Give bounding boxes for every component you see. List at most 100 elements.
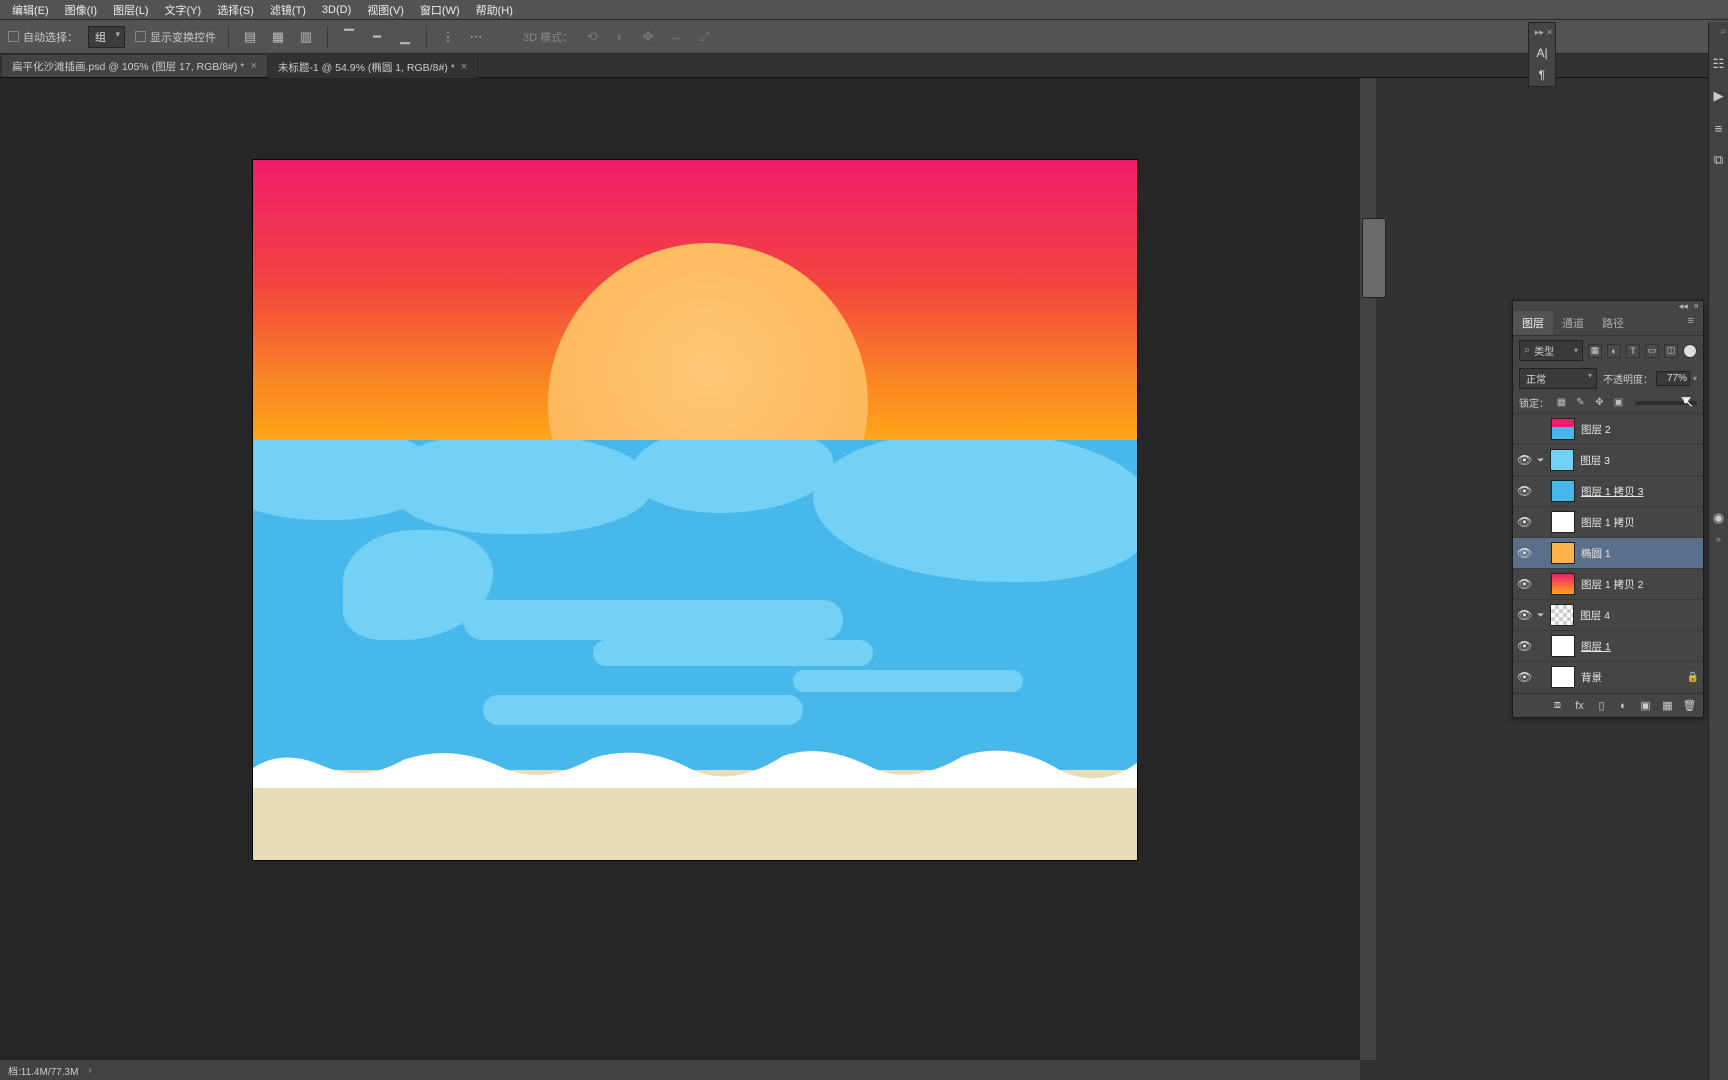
menu-type[interactable]: 文字(Y) <box>157 2 210 18</box>
opacity-input[interactable] <box>1656 371 1690 386</box>
menu-window[interactable]: 窗口(W) <box>412 2 468 18</box>
layer-row[interactable]: 👁 椭圆 1 <box>1513 538 1703 569</box>
filter-smart-icon[interactable]: ◫ <box>1664 344 1678 358</box>
lock-artboard-icon[interactable]: ▣ <box>1612 396 1625 409</box>
auto-select-target[interactable]: 组 <box>88 26 125 48</box>
lock-transparency-icon[interactable]: ▦ <box>1555 396 1568 409</box>
layer-fx-icon[interactable]: fx <box>1572 698 1587 713</box>
menu-view[interactable]: 视图(V) <box>359 2 412 18</box>
layer-row[interactable]: 👁 图层 1 <box>1513 631 1703 662</box>
auto-select-checkbox[interactable]: 自动选择： <box>8 29 78 45</box>
close-panel-icon[interactable]: × <box>1694 301 1699 311</box>
link-layers-icon[interactable]: ⧈ <box>1550 698 1565 713</box>
tab-paths[interactable]: 路径 <box>1593 311 1633 335</box>
filter-toggle-icon[interactable] <box>1683 344 1697 358</box>
layer-thumbnail[interactable] <box>1551 666 1575 688</box>
close-tab-icon[interactable]: × <box>461 61 467 73</box>
canvas-area[interactable] <box>0 78 1360 1060</box>
menu-image[interactable]: 图像(I) <box>57 2 105 18</box>
menu-edit[interactable]: 编辑(E) <box>4 2 57 18</box>
scrollbar-thumb[interactable] <box>1362 218 1386 298</box>
document-tab[interactable]: 未标题-1 @ 54.9% (椭圆 1, RGB/8#) *× <box>268 56 478 78</box>
filter-type-icon[interactable]: T <box>1626 344 1640 358</box>
layer-name[interactable]: 图层 2 <box>1581 422 1699 437</box>
layer-row[interactable]: 👁 图层 1 拷贝 2 <box>1513 569 1703 600</box>
collapse-icon[interactable]: ▸▸ <box>1535 27 1544 38</box>
layer-name[interactable]: 背景 <box>1581 670 1681 685</box>
layer-thumbnail[interactable] <box>1551 542 1575 564</box>
layer-thumbnail[interactable] <box>1551 480 1575 502</box>
layer-name[interactable]: 椭圆 1 <box>1581 546 1699 561</box>
new-layer-icon[interactable]: ▦ <box>1660 698 1675 713</box>
visibility-toggle-icon[interactable]: 👁 <box>1517 515 1531 529</box>
layer-name[interactable]: 图层 4 <box>1580 608 1699 623</box>
character-icon[interactable]: A| <box>1536 46 1547 60</box>
align-center-v-icon[interactable]: ━ <box>368 28 386 46</box>
layer-row[interactable]: 👁背景🔒 <box>1513 662 1703 693</box>
layer-thumbnail[interactable] <box>1551 511 1575 533</box>
3d-orbit-icon[interactable]: ⟲ <box>583 28 601 46</box>
3d-slide-icon[interactable]: ↔ <box>667 28 685 46</box>
visibility-toggle-icon[interactable]: 👁 <box>1517 577 1531 591</box>
layer-thumbnail[interactable] <box>1550 604 1574 626</box>
3d-zoom-icon[interactable]: ⤢ <box>695 28 713 46</box>
filter-shape-icon[interactable]: ▭ <box>1645 344 1659 358</box>
character-panel-collapsed[interactable]: ▸▸× A| ¶ <box>1528 22 1556 87</box>
status-arrow-icon[interactable]: › <box>88 1065 91 1076</box>
visibility-toggle-icon[interactable]: 👁 <box>1517 670 1531 684</box>
properties-panel-icon[interactable]: ▶ <box>1711 88 1727 104</box>
layer-name[interactable]: 图层 1 <box>1581 639 1699 654</box>
menu-select[interactable]: 选择(S) <box>209 2 262 18</box>
layer-name[interactable]: 图层 3 <box>1580 453 1699 468</box>
artboard[interactable] <box>253 160 1137 860</box>
tab-channels[interactable]: 通道 <box>1553 311 1593 335</box>
layer-thumbnail[interactable] <box>1550 449 1574 471</box>
blend-mode-select[interactable]: 正常 <box>1519 368 1597 389</box>
lock-pixels-icon[interactable]: ✎ <box>1574 396 1587 409</box>
delete-layer-icon[interactable]: 🗑 <box>1682 698 1697 713</box>
layer-name[interactable]: 图层 1 拷贝 2 <box>1581 577 1699 592</box>
collapse-panel-icon[interactable]: ◂◂ <box>1679 301 1688 312</box>
menu-layer[interactable]: 图层(L) <box>105 2 156 18</box>
color-wheel-icon[interactable]: ◉ <box>1711 510 1727 526</box>
adjustments-panel-icon[interactable]: ≡ <box>1711 120 1727 136</box>
show-transform-checkbox[interactable]: 显示变换控件 <box>135 29 216 45</box>
fill-slider[interactable] <box>1635 401 1697 405</box>
layer-filter-type[interactable]: 类型▾ <box>1519 340 1583 361</box>
align-center-h-icon[interactable]: ▦ <box>269 28 287 46</box>
align-bottom-icon[interactable]: ▁ <box>396 28 414 46</box>
history-panel-icon[interactable]: ☷ <box>1711 56 1727 72</box>
3d-roll-icon[interactable]: ◐ <box>611 28 629 46</box>
distribute-icon[interactable]: ⋮ <box>439 28 457 46</box>
panel-menu-icon[interactable]: ≡ <box>1679 311 1703 335</box>
layer-row[interactable]: 👁 图层 1 拷贝 3 <box>1513 476 1703 507</box>
filter-adjust-icon[interactable]: ◐ <box>1607 344 1621 358</box>
lock-position-icon[interactable]: ✥ <box>1593 396 1606 409</box>
close-tab-icon[interactable]: × <box>250 60 256 72</box>
document-tab[interactable]: 扁平化沙滩插画.psd @ 105% (图层 17, RGB/8#) *× <box>2 55 268 77</box>
tab-layers[interactable]: 图层 <box>1513 311 1553 335</box>
visibility-toggle-icon[interactable]: 👁 <box>1517 608 1531 622</box>
visibility-toggle-icon[interactable]: 👁 <box>1517 546 1531 560</box>
menu-filter[interactable]: 滤镜(T) <box>262 2 314 18</box>
search-icon[interactable]: ⌕ <box>1720 26 1726 37</box>
menu-help[interactable]: 帮助(H) <box>468 2 521 18</box>
filter-pixel-icon[interactable]: ▦ <box>1588 344 1602 358</box>
layer-thumbnail[interactable] <box>1551 635 1575 657</box>
layer-row[interactable]: 👁⏷图层 4 <box>1513 600 1703 631</box>
new-group-icon[interactable]: ▣ <box>1638 698 1653 713</box>
close-icon[interactable]: × <box>1547 27 1552 38</box>
align-right-icon[interactable]: ▥ <box>297 28 315 46</box>
visibility-toggle-icon[interactable]: 👁 <box>1517 484 1531 498</box>
3d-pan-icon[interactable]: ✥ <box>639 28 657 46</box>
layer-thumbnail[interactable] <box>1551 418 1575 440</box>
layer-mask-icon[interactable]: ▯ <box>1594 698 1609 713</box>
layer-name[interactable]: 图层 1 拷贝 3 <box>1581 484 1699 499</box>
paragraph-icon[interactable]: ¶ <box>1539 68 1545 82</box>
vertical-scrollbar[interactable] <box>1360 78 1376 1060</box>
layer-row[interactable]: 👁⏷图层 3 <box>1513 445 1703 476</box>
menu-3d[interactable]: 3D(D) <box>314 4 359 16</box>
layer-row[interactable]: 👁图层 1 拷贝 <box>1513 507 1703 538</box>
visibility-toggle-icon[interactable]: 👁 <box>1517 453 1531 467</box>
visibility-toggle-icon[interactable]: 👁 <box>1517 639 1531 653</box>
